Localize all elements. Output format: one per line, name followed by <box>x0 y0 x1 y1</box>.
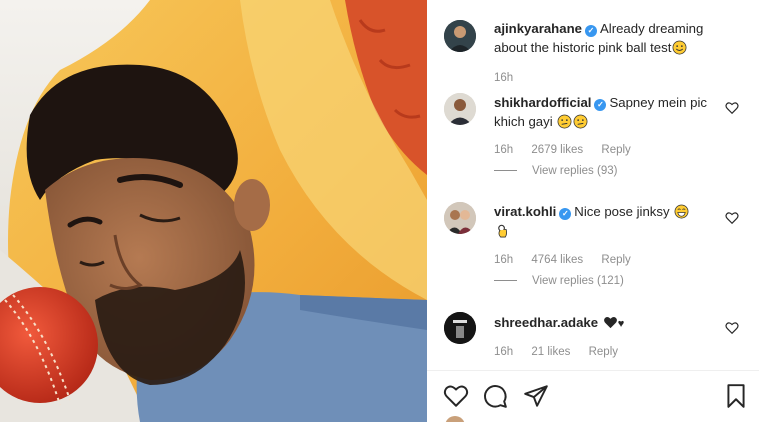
post-actions-bar <box>427 380 759 412</box>
comment-username[interactable]: shreedhar.adake <box>494 315 598 330</box>
comment-text: ♥ <box>617 318 625 330</box>
comment-likes[interactable]: 21 likes <box>531 346 570 358</box>
commenter-avatar[interactable] <box>444 202 476 234</box>
reply-button[interactable]: Reply <box>589 346 618 358</box>
thinking-face-emoji-icon <box>573 114 588 129</box>
caption-username[interactable]: ajinkyarahane <box>494 21 582 36</box>
commenter-avatar[interactable] <box>444 93 476 125</box>
comment-likes[interactable]: 4764 likes <box>531 254 583 266</box>
commenter-avatar[interactable] <box>444 312 476 344</box>
comments-panel: ajinkyarahane ✓ Already dreaming about the… <box>427 0 759 422</box>
like-comment-heart-icon[interactable] <box>725 101 739 115</box>
author-avatar[interactable] <box>444 20 476 52</box>
black-heart-emoji-icon <box>603 317 617 329</box>
comment-text: Nice pose jinksy <box>574 204 670 219</box>
like-comment-heart-icon[interactable] <box>725 211 739 225</box>
comment-likes[interactable]: 2679 likes <box>531 144 583 156</box>
verified-badge-icon: ✓ <box>594 99 607 111</box>
like-comment-heart-icon[interactable] <box>725 321 739 335</box>
smiling-face-emoji-icon <box>672 40 687 55</box>
verified-badge-icon: ✓ <box>584 25 597 37</box>
comment-username[interactable]: virat.kohli <box>494 204 556 219</box>
comment-time[interactable]: 16h <box>494 346 513 358</box>
comment-icon[interactable] <box>482 383 508 409</box>
replies-divider <box>494 280 517 281</box>
comment-time[interactable]: 16h <box>494 144 513 156</box>
actions-divider <box>427 370 759 371</box>
bookmark-icon[interactable] <box>723 383 749 409</box>
comment-time[interactable]: 16h <box>494 254 513 266</box>
liker-avatar[interactable] <box>445 416 465 422</box>
view-replies-link[interactable]: View replies (121) <box>532 275 624 287</box>
heart-icon[interactable] <box>443 383 469 409</box>
view-replies-link[interactable]: View replies (93) <box>532 165 617 177</box>
share-icon[interactable] <box>523 383 549 409</box>
thinking-face-emoji-icon <box>557 114 572 129</box>
reply-button[interactable]: Reply <box>601 254 630 266</box>
reply-button[interactable]: Reply <box>601 144 630 156</box>
grinning-face-emoji-icon <box>674 204 689 219</box>
ok-hand-emoji-icon <box>498 224 507 238</box>
post-photo <box>0 0 427 422</box>
verified-badge-icon: ✓ <box>559 208 572 220</box>
comment-username[interactable]: shikhardofficial <box>494 95 591 110</box>
replies-divider <box>494 170 517 171</box>
caption-time[interactable]: 16h <box>494 72 513 84</box>
